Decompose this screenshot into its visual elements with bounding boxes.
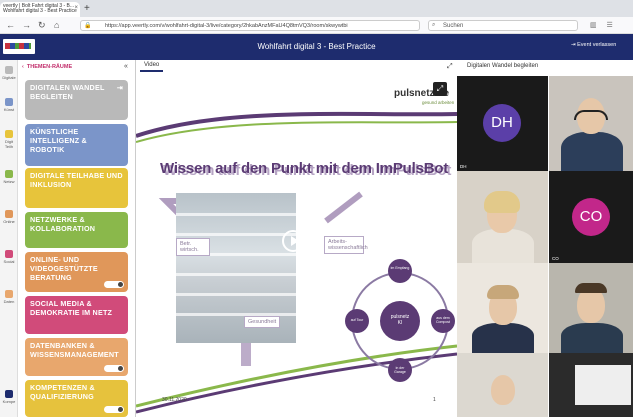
home-icon[interactable]: ⌂ [54,20,59,30]
pulsnetz-tagline: gesund arbeiten [422,100,455,105]
rail-item-online[interactable]: Online [2,210,16,224]
room-card-social-media[interactable]: SOCIAL MEDIA & DEMOKRATIE IM NETZ [25,296,128,334]
new-tab-button[interactable]: + [84,3,90,14]
room-card-kompetenzen[interactable]: KOMPETENZEN & QUALIFIZIERUNG [25,380,128,417]
fullscreen-icon[interactable]: ⤢ [433,82,447,96]
browser-tab-strip: veertly | Bolt Fahrt digital 3 - B... Wo… [0,0,633,17]
room-card-label: KOMPETENZEN & QUALIFIZIERUNG [30,383,95,402]
address-bar-row: ← → ↻ ⌂ https://app.veertly.com/v/wohlfa… [0,17,633,34]
participant-tile-video-4[interactable] [549,263,633,353]
lock-icon: 🔒 [84,23,92,29]
themen-raeume-heading: ‹ THEMEN-RÄUME [22,64,73,70]
room-card-label: SOCIAL MEDIA & DEMOKRATIE IM NETZ [30,299,113,318]
url-input[interactable]: https://app.veertly.com/v/wohlfahrt-digi… [80,20,420,31]
room-card-ki-robotik[interactable]: KÜNSTLICHE INTELLIGENZ & ROBOTIK [25,124,128,166]
participant-name: DH [460,164,467,169]
node-center: pulsnetz KI [390,314,410,326]
room-card-datenbanken[interactable]: DATENBANKEN & WISSENSMANAGEMENT [25,338,128,376]
participant-tile-co[interactable]: CO CO [549,171,633,263]
forward-icon[interactable]: → [22,20,31,30]
shared-slide: pulsnetz.de gesund arbeiten ⤢ Wissen auf… [136,76,457,417]
rail-item-netzwerke[interactable]: Netzw [2,170,16,184]
rail-item-label: Social [3,259,15,264]
rail-item-label: Netzw [3,179,15,184]
rail-item-digital[interactable]: Digitale [2,66,16,80]
rail-item-social[interactable]: Social [2,250,16,264]
browser-tab[interactable]: veertly | Bolt Fahrt digital 3 - B... Wo… [0,2,80,17]
slide-date: 30.11.2020 [162,397,187,403]
rail-item-kompetenzen[interactable]: Kompe [2,390,16,404]
tab-video[interactable]: Video [140,62,164,72]
exit-room-icon[interactable]: ⇥ [117,84,123,93]
slide-title: Wissen auf den Punkt mit dem ImPulsBot [160,160,449,177]
rail-item-label: Daten [3,299,15,304]
node-top: im Empfang [390,266,410,270]
exit-event-button[interactable]: ⇥ Event verlassen [571,42,616,48]
play-icon[interactable] [282,230,304,252]
room-card-label: DIGITALE TEILHABE UND INKLUSION [30,171,123,190]
tab-room-chat[interactable]: Digitalen Wandel begleiten [467,63,538,69]
room-card-online-beratung[interactable]: ONLINE- UND VIDEOGESTÜTZTE BERATUNG [25,252,128,292]
participant-tile-dh[interactable]: DH DH [457,76,548,171]
participant-tile-video-5[interactable] [457,353,548,417]
participant-tile-video-2[interactable] [457,171,548,263]
room-icon-rail: Digitale Künst Digit Teilh Netzw Online … [0,60,18,417]
rail-item-daten[interactable]: Daten [2,290,16,304]
node-bottom: in der Garage [394,366,406,374]
node-left: auf Tour [350,318,364,322]
room-card-teilhabe[interactable]: DIGITALE TEILHABE UND INKLUSION [25,168,128,208]
browser-tab-title: veertly | Bolt Fahrt digital 3 - B... Wo… [3,3,77,14]
participant-tile-video-1[interactable] [549,76,633,171]
search-input[interactable]: Suchen [428,20,578,31]
rail-item-label: Online [3,219,15,224]
slide-label-right: Arbeits- wissenschaftlich [324,236,368,254]
reload-icon[interactable]: ↻ [38,20,46,31]
room-toggle[interactable] [104,406,124,413]
collapse-sidebar-icon[interactable]: « [124,63,128,70]
rail-item-label: Künst [3,107,15,112]
room-card-label: ONLINE- UND VIDEOGESTÜTZTE BERATUNG [30,255,98,283]
exit-event-label: Event verlassen [577,42,617,48]
slide-label-left: Betr. wirtsch. [176,238,210,256]
rail-item-label: Digit Teilh [4,139,14,149]
close-tab-icon[interactable]: × [74,5,78,11]
participant-tile-video-3[interactable] [457,263,548,353]
participant-avatar: CO [572,198,610,236]
room-card-netzwerke[interactable]: NETZWERKE & KOLLABORATION [25,212,128,248]
participant-tile-video-6[interactable] [549,353,633,417]
room-toggle[interactable] [104,281,124,288]
event-title: Wohlfahrt digital 3 - Best Practice [257,42,376,51]
room-card-label: DIGITALEN WANDEL BEGLEITEN [30,83,105,102]
rail-item-ki[interactable]: Künst [2,98,16,112]
rail-item-label: Kompe [2,399,16,404]
room-card-label: KÜNSTLICHE INTELLIGENZ & ROBOTIK [30,127,87,155]
search-icon: ⌕ [432,22,436,28]
back-icon[interactable]: ← [6,20,15,30]
participant-avatar: DH [483,104,521,142]
room-card-digitalen-wandel[interactable]: DIGITALEN WANDEL BEGLEITEN ⇥ [25,80,128,120]
expand-icon[interactable]: ⤢ [447,63,453,71]
extensions-icon[interactable]: ▥ ☰ [590,21,617,29]
slide-label-bottom: Gesundheit [244,316,281,328]
room-card-label: NETZWERKE & KOLLABORATION [30,215,96,234]
app-header: Wohlfahrt digital 3 - Best Practice ⇥ Ev… [0,34,633,60]
participant-name: CO [552,256,559,261]
slide-page-number: 1 [433,397,436,403]
room-toggle[interactable] [104,365,124,372]
themen-raeume-label: THEMEN-RÄUME [26,64,73,70]
rail-item-teilhabe[interactable]: Digit Teilh [2,130,16,149]
room-card-label: DATENBANKEN & WISSENSMANAGEMENT [30,341,119,360]
node-right: aus dem Compost [435,316,450,324]
rail-item-label: Digitale [2,75,16,80]
